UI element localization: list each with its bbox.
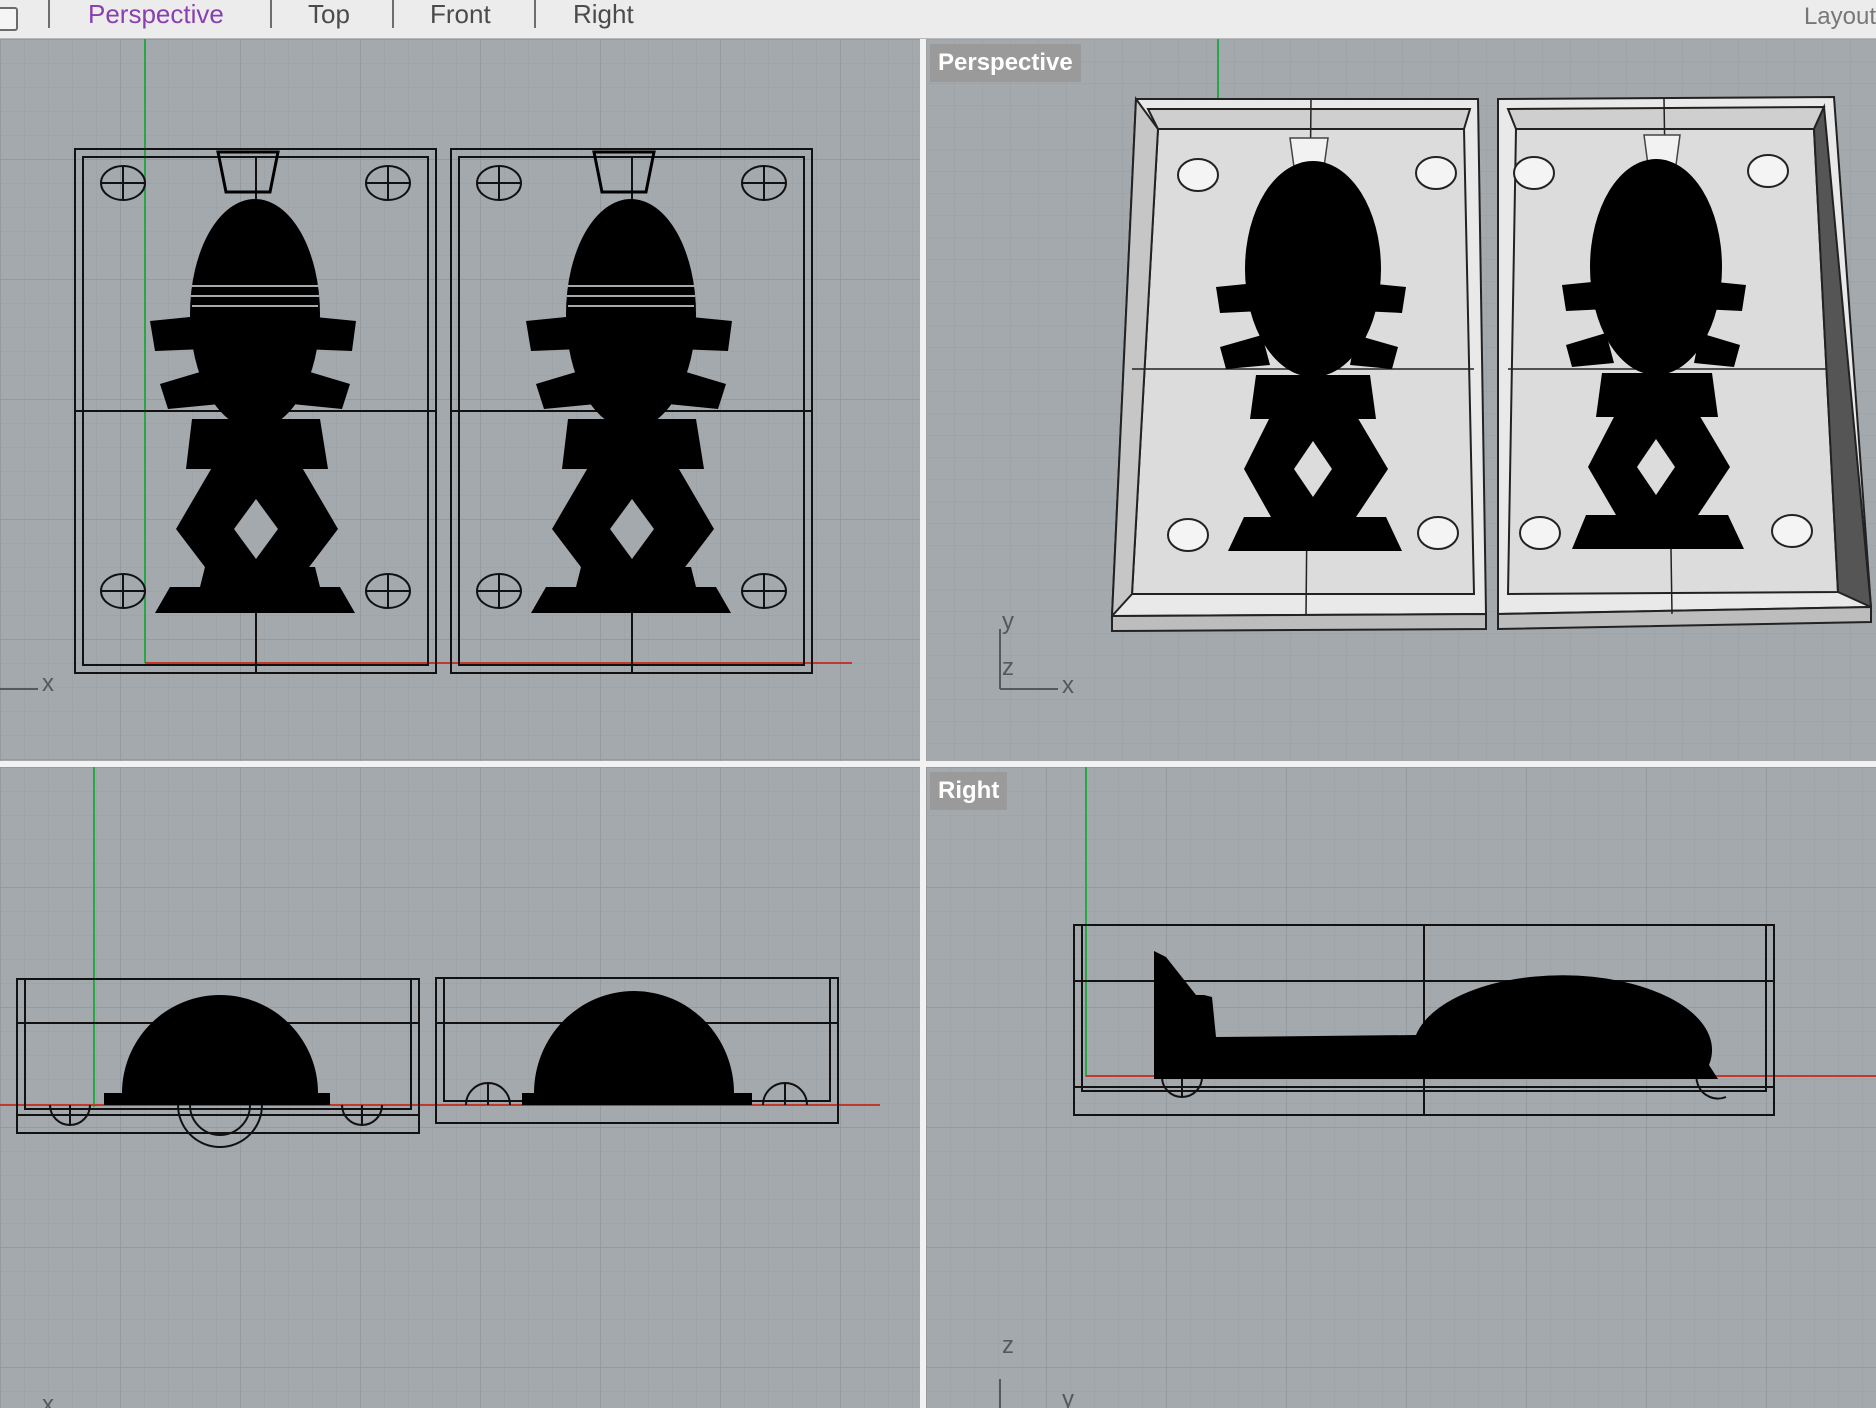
axis-label-x: x	[1062, 672, 1074, 699]
viewport-divider-vertical[interactable]	[920, 39, 926, 1408]
layout-button[interactable]: Layout	[1804, 3, 1876, 31]
viewport-perspective[interactable]: y z x Perspective	[926, 39, 1876, 761]
axis-label-z: z	[1002, 1332, 1014, 1359]
tab-top[interactable]: Top	[308, 0, 350, 28]
checkbox-icon[interactable]	[0, 7, 18, 31]
tab-perspective[interactable]: Perspective	[88, 0, 224, 28]
viewport-divider-horizontal[interactable]	[0, 761, 1876, 767]
tab-right[interactable]: Right	[573, 0, 634, 28]
tab-separator	[48, 0, 50, 28]
viewport-tab-bar: Perspective Top Front Right Layout	[0, 0, 1876, 39]
axis-label-y: y	[1062, 1386, 1074, 1408]
axis-label-z: z	[1002, 654, 1014, 681]
axis-label-y: y	[1002, 608, 1014, 635]
viewport-front[interactable]: x	[0, 767, 920, 1408]
axis-label-x: x	[42, 1391, 54, 1408]
axis-label-x: x	[42, 670, 54, 697]
viewport-right[interactable]: z y Right	[926, 767, 1876, 1408]
tab-front[interactable]: Front	[430, 0, 491, 28]
tab-separator	[392, 0, 394, 28]
viewport-label-right[interactable]: Right	[930, 772, 1008, 810]
tab-separator	[534, 0, 536, 28]
viewport-top[interactable]: x	[0, 39, 920, 761]
viewport-label-perspective[interactable]: Perspective	[930, 44, 1081, 82]
tab-separator	[270, 0, 272, 28]
